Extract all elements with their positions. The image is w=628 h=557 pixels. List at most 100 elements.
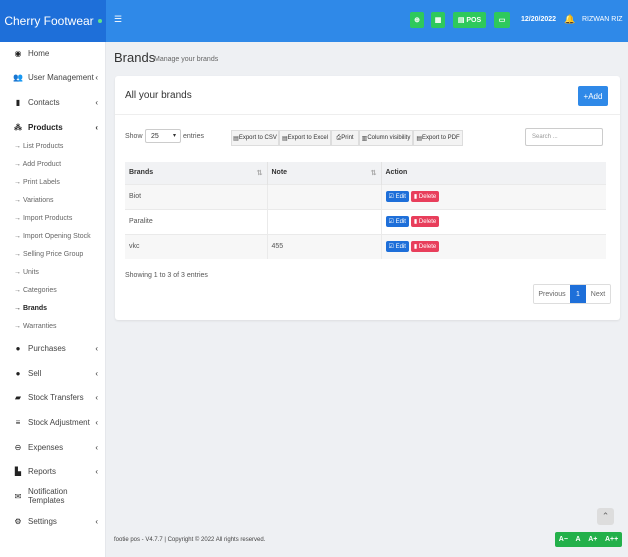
edit-button[interactable]: ☑ Edit [385,241,409,253]
trash-icon: ▮ [413,219,418,225]
page-subtitle: Manage your brands [154,56,219,63]
entries-value: 25 [151,132,159,140]
delete-button[interactable]: ▮ Delete [410,216,440,227]
export-label: Export to PDF [421,135,460,141]
brand-cell: Paralite [125,208,268,234]
export-label: Export to Excel [287,135,329,141]
hamburger-icon[interactable]: ☰ [114,14,122,25]
font-decrease-button[interactable]: A− [559,536,568,543]
sidebar-sub-print-labels[interactable]: → Print Labels [14,179,60,186]
pos-button[interactable]: ▤ POS [453,12,486,28]
sidebar-item-expenses[interactable]: ⊖ Expenses ‹ [0,439,106,455]
sidebar-item-stock-transfers[interactable]: ▰ Stock Transfers ‹ [0,389,106,405]
envelope-icon: ✉ [14,491,22,501]
print-button[interactable]: ⎙ Print [331,130,359,146]
table-row: Paralite ☑ Edit ▮ Delete [125,208,606,234]
sidebar-item-user-management[interactable]: 👥 User Management ‹ [0,69,106,85]
sidebar-sub-add-product[interactable]: → Add Product [14,161,61,168]
app-title: Cherry Footwear [4,14,94,28]
sidebar-sub-list-products[interactable]: → List Products [14,143,63,150]
sidebar-item-stock-adjustment[interactable]: ≡ Stock Adjustment ‹ [0,414,106,430]
sidebar-item-label: Sell [28,368,42,378]
column-label: Action [385,169,408,177]
cubes-icon: ⁂ [14,122,22,132]
column-visibility-button[interactable]: ▥ Column visibility [359,130,413,146]
page-title: Brands [114,50,156,65]
sidebar: ◉ Home 👥 User Management ‹ ▮ Contacts ‹ … [0,42,106,557]
sidebar-item-purchases[interactable]: ● Purchases ‹ [0,340,106,356]
sub-label: Import Opening Stock [22,233,91,240]
sidebar-item-sell[interactable]: ● Sell ‹ [0,365,106,381]
edit-button[interactable]: ☑ Edit [385,216,409,227]
edit-icon: ☑ [388,194,394,200]
scroll-to-top-chevron-up-icon[interactable]: ⌃ [597,508,614,525]
chevron-left-icon: ‹ [95,72,98,82]
chevron-left-icon: ‹ [95,516,98,526]
sidebar-item-label: User Management [28,72,94,82]
calculator-icon[interactable]: ▦ [431,12,445,28]
trash-icon: ▮ [413,194,418,200]
column-header-note[interactable]: Note ⇅ [267,162,382,184]
sidebar-item-label: Contacts [28,97,60,107]
sidebar-sub-selling-price-group[interactable]: → Selling Price Group [14,251,83,258]
sidebar-item-contacts[interactable]: ▮ Contacts ‹ [0,94,106,110]
font-reset-button[interactable]: A [576,536,581,543]
users-icon: 👥 [13,72,23,82]
chart-icon: ▙ [14,466,22,476]
pagination-next[interactable]: Next [586,285,610,303]
font-increase-more-button[interactable]: A++ [605,536,618,543]
export-label: Print [341,135,354,141]
sidebar-sub-units[interactable]: → Units [14,269,39,276]
chevron-left-icon: ‹ [95,368,98,378]
sidebar-sub-brands[interactable]: → Brands [14,305,47,312]
column-label: Brands [129,169,154,177]
pagination-previous[interactable]: Previous [534,285,570,303]
delete-button[interactable]: ▮ Delete [410,191,440,202]
online-dot-icon [97,19,102,23]
chevron-left-icon: ‹ [95,97,98,107]
sidebar-item-settings[interactable]: ⚙ Settings ‹ [0,513,106,529]
sidebar-item-reports[interactable]: ▙ Reports ‹ [0,463,106,479]
footer-copyright: footie pos - V4.7.7 | Copyright © 2022 A… [114,537,266,543]
sidebar-sub-variations[interactable]: → Variations [14,197,54,204]
show-label: Show [125,133,143,140]
search-input[interactable]: Search ... [525,128,603,146]
table-row: vkc 455 ☑ Edit ▮ Delete [125,233,606,259]
add-circle-icon[interactable]: ⊕ [410,12,424,28]
chevron-down-icon: ▾ [172,133,176,139]
sort-icon: ⇅ [370,170,377,178]
sidebar-item-notification-templates[interactable]: ✉ Notification Templates [0,487,106,505]
sort-icon: ⇅ [256,170,263,178]
money-icon[interactable]: ▭ [494,12,510,28]
delete-button[interactable]: ▮ Delete [410,241,440,253]
edit-icon: ☑ [388,219,394,225]
export-csv-button[interactable]: ▤ Export to CSV [231,130,279,146]
edit-button[interactable]: ☑ Edit [385,191,409,202]
entries-label: entries [183,133,205,140]
font-increase-button[interactable]: A+ [588,536,597,543]
sidebar-sub-categories[interactable]: → Categories [14,287,57,294]
export-excel-button[interactable]: ▤ Export to Excel [279,130,331,146]
sidebar-sub-import-opening-stock[interactable]: → Import Opening Stock [14,233,91,240]
column-header-brands[interactable]: Brands ⇅ [125,162,268,184]
export-pdf-button[interactable]: ▤ Export to PDF [413,130,463,146]
brand-cell: Biot [125,183,268,209]
sub-label: Print Labels [22,179,60,186]
app-brand[interactable]: Cherry Footwear [0,0,106,42]
action-cell: ☑ Edit ▮ Delete [381,208,606,234]
add-brand-button[interactable]: + Add [578,86,608,106]
bell-icon[interactable]: 🔔 [564,14,575,25]
edit-label: Edit [395,194,406,200]
database-icon: ≡ [15,417,21,427]
sidebar-sub-import-products[interactable]: → Import Products [14,215,72,222]
sidebar-item-products[interactable]: ⁂ Products ‹ [0,119,106,135]
user-menu[interactable]: RIZWAN RIZ [582,16,623,23]
sidebar-item-home[interactable]: ◉ Home [0,45,106,61]
sidebar-item-label: Reports [28,466,57,476]
sidebar-sub-warranties[interactable]: → Warranties [14,323,57,330]
chevron-left-icon: ‹ [95,392,98,402]
export-label: Column visibility [367,135,411,141]
sub-label: Brands [22,305,48,312]
entries-select[interactable]: 25 ▾ [145,129,181,143]
pagination-page-1[interactable]: 1 [570,285,586,303]
